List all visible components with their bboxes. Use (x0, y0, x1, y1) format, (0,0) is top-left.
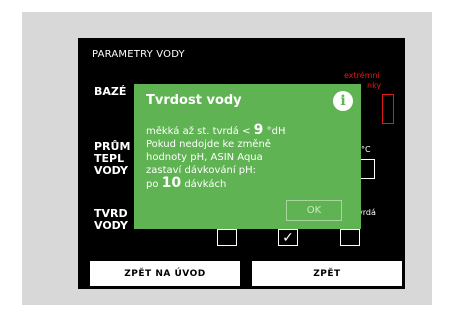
hardness-checkbox-soft[interactable] (217, 229, 237, 246)
dialog-line-2: Pokud nedojde ke změně (146, 139, 271, 150)
dialog-line-1: měkká až st. tvrdá < 9 °dH (146, 122, 286, 138)
hardness-label-2: VODY (94, 219, 128, 232)
dialog-title: Tvrdost vody (146, 93, 242, 108)
back-home-button[interactable]: ZPĚT NA ÚVOD (90, 261, 240, 286)
dialog-message: měkká až st. tvrdá < 9 °dH Pokud nedojde… (146, 122, 346, 191)
celsius-unit: °C (361, 145, 371, 154)
hardness-checkbox-medium[interactable]: ✓ (278, 229, 298, 246)
hardness-checkbox-hard[interactable] (340, 229, 360, 246)
back-button[interactable]: ZPĚT (252, 261, 402, 286)
pool-volume-box[interactable] (382, 94, 394, 124)
dialog-line-5: po 10 dávkách (146, 175, 227, 191)
extreme-label: extrémní (344, 71, 380, 80)
hardness-dialog: Tvrdost vody i měkká až st. tvrdá < 9 °d… (134, 84, 361, 229)
temp-label-3: VODY (94, 164, 128, 177)
info-icon: i (333, 91, 353, 111)
dialog-line-3: hodnoty pH, ASIN Aqua (146, 152, 263, 163)
ok-button[interactable]: OK (286, 200, 342, 221)
page-title: PARAMETRY VODY (92, 49, 185, 60)
pool-label: BAZÉ (94, 85, 127, 98)
checkmark-icon: ✓ (282, 229, 294, 246)
extreme-label-cont: nky (367, 81, 382, 90)
